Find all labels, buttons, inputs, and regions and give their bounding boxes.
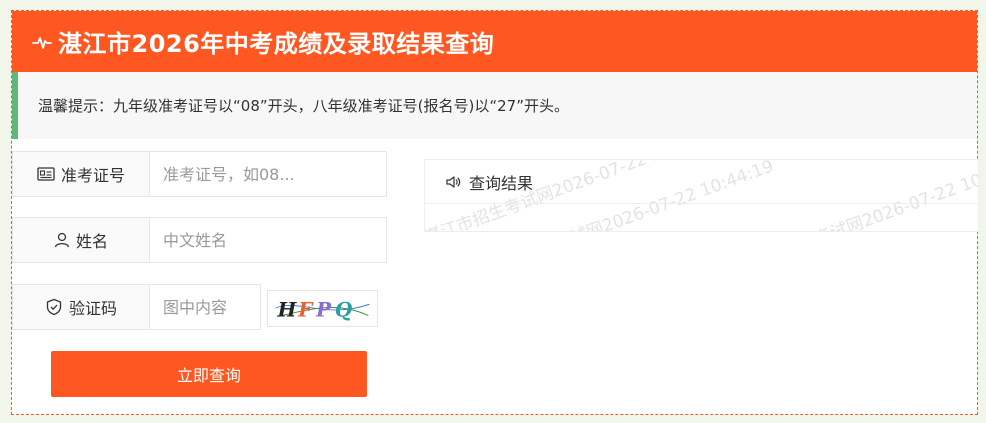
pulse-icon — [32, 36, 52, 49]
name-row: 姓名 — [12, 217, 387, 263]
name-input[interactable] — [150, 217, 387, 263]
exam-no-label-text: 准考证号 — [60, 166, 125, 185]
captcha-image-text: HF P Q — [277, 298, 353, 322]
exam-no-input[interactable] — [150, 151, 387, 197]
captcha-label-text: 验证码 — [68, 299, 117, 318]
captcha-label: 验证码 — [12, 284, 150, 330]
shield-check-icon — [46, 298, 62, 316]
captcha-image[interactable]: HF P Q — [267, 290, 378, 327]
name-label-text: 姓名 — [75, 232, 108, 251]
result-panel: 查询结果 湛江市招生考试网2026-07-22 10:44:19 湛江市招生考试… — [424, 159, 979, 232]
submit-query-button[interactable]: 立即查询 — [51, 351, 367, 397]
tip-banner: 温馨提示：九年级准考证号以“08”开头，八年级准考证号(报名号)以“27”开头。 — [12, 72, 977, 139]
speaker-icon — [446, 175, 461, 188]
exam-no-row: 准考证号 — [12, 151, 387, 197]
name-label: 姓名 — [12, 217, 150, 263]
user-icon — [54, 232, 70, 248]
captcha-input[interactable] — [150, 284, 261, 330]
result-title: 查询结果 — [469, 173, 534, 193]
exam-no-label: 准考证号 — [12, 151, 150, 197]
result-header: 查询结果 — [425, 160, 978, 204]
page-header: 湛江市2026年中考成绩及录取结果查询 — [12, 11, 977, 72]
page-title: 湛江市2026年中考成绩及录取结果查询 — [58, 30, 495, 58]
captcha-row: 验证码 — [12, 284, 261, 330]
tip-text: 温馨提示：九年级准考证号以“08”开头，八年级准考证号(报名号)以“27”开头。 — [38, 97, 569, 115]
query-card: 湛江市2026年中考成绩及录取结果查询 温馨提示：九年级准考证号以“08”开头，… — [11, 10, 979, 415]
id-card-icon — [37, 167, 55, 181]
